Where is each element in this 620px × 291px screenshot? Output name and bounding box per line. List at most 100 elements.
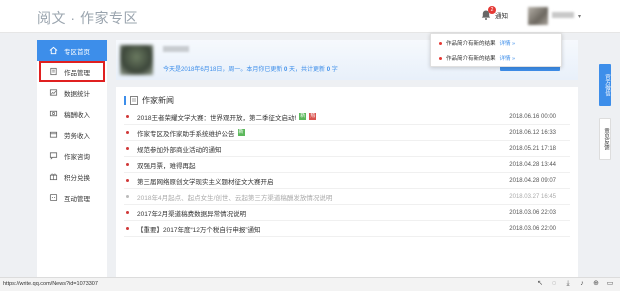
sidebar-item-points[interactable]: 积分兑换 bbox=[37, 166, 107, 187]
new-tag: 新 bbox=[299, 113, 307, 120]
news-row[interactable]: 2018年4月起点、起点女生/创世、云起第三方渠道稿酬发放情况说明 2018.03… bbox=[124, 189, 570, 205]
stats-mid: 天，共计更新 bbox=[289, 67, 326, 73]
popup-item-text[interactable]: 作品简介有新的结果 bbox=[446, 39, 496, 47]
news-row[interactable]: 2018王者荣耀文学大赛：世界观开放，第二季征文启动! 新热 2018.06.16 … bbox=[124, 109, 570, 125]
news-row-date: 2018.03.27 16:45 bbox=[509, 193, 556, 200]
user-name-blurred[interactable] bbox=[552, 12, 574, 18]
sidebar-item-label: 稿酬收入 bbox=[64, 111, 90, 119]
heading-accent-bar bbox=[124, 96, 126, 105]
news-row-date: 2018.04.28 13:44 bbox=[509, 161, 556, 168]
chevron-down-icon[interactable]: ▾ bbox=[578, 13, 581, 20]
book-icon bbox=[49, 67, 58, 76]
news-row-title[interactable]: 2018年4月起点、起点女生/创世、云起第三方渠道稿酬发放情况说明 bbox=[137, 192, 332, 202]
sidebar-item-home[interactable]: 专区首页 bbox=[37, 40, 107, 61]
sidebar-item-interact[interactable]: 互动管理 bbox=[37, 187, 107, 208]
popup-item[interactable]: 作品简介有新的结果 详情 » bbox=[431, 37, 561, 49]
notification-label[interactable]: 通知 bbox=[495, 10, 508, 20]
unread-dot bbox=[439, 56, 442, 60]
sidebar: 专区首页 作品管理 数据统计 稿酬收入 劳务收入 作家咨询 积分兑换 互动管理 bbox=[37, 40, 107, 282]
sidebar-item-royalty[interactable]: 稿酬收入 bbox=[37, 103, 107, 124]
news-row-date: 2018.06.12 16:33 bbox=[509, 129, 556, 136]
stats-prefix: 今天是2018年6月18日，周一。本月你已更新 bbox=[163, 67, 283, 73]
news-row-title[interactable]: 2017年2月渠道稿费数据异常情况说明 bbox=[137, 208, 246, 218]
browser-status-bar: https://write.qq.com/News?id=1073307 ↖ ◌… bbox=[0, 277, 620, 291]
news-row[interactable]: 2017年2月渠道稿费数据异常情况说明 2018.03.06 22:03 bbox=[124, 205, 570, 221]
bullet-dot bbox=[126, 163, 129, 166]
sidebar-item-label: 数据统计 bbox=[64, 90, 90, 98]
news-row-title[interactable]: 【重要】2017年度“12万个税自行申报”通知 bbox=[137, 224, 261, 234]
sidebar-item-label: 劳务收入 bbox=[64, 132, 90, 140]
news-list: 2018王者荣耀文学大赛：世界观开放，第二季征文启动! 新热 2018.06.16 … bbox=[124, 109, 570, 237]
news-row[interactable]: 第三届网络原创文学现实主义题材征文大赛开启 2018.04.28 09:07 bbox=[124, 173, 570, 189]
status-url: https://write.qq.com/News?id=1073307 bbox=[3, 281, 98, 287]
stats-suffix: 字 bbox=[331, 67, 338, 73]
profile-stats: 今天是2018年6月18日，周一。本月你已更新 0 天，共计更新 0 字 bbox=[163, 64, 338, 73]
sidebar-item-label: 作家咨询 bbox=[64, 153, 90, 161]
stats-month-days: 0 bbox=[284, 67, 288, 73]
sidebar-item-consult[interactable]: 作家咨询 bbox=[37, 145, 107, 166]
money-icon bbox=[49, 109, 58, 118]
popup-item-more-link[interactable]: 详情 » bbox=[500, 54, 516, 62]
feedback-float-tab[interactable]: 意见反馈 bbox=[599, 118, 611, 160]
sidebar-item-label: 互动管理 bbox=[64, 195, 90, 203]
news-title: 作家新闻 bbox=[142, 96, 174, 105]
main-content: 今天是2018年6月18日，周一。本月你已更新 0 天，共计更新 0 字 写 作… bbox=[116, 40, 578, 285]
unread-dot bbox=[439, 41, 442, 45]
news-row[interactable]: 【重要】2017年度“12万个税自行申报”通知 2018.03.06 22:00 bbox=[124, 221, 570, 237]
notification-button[interactable]: 2 通知 bbox=[480, 6, 508, 21]
brand-logo[interactable]: 阅文 · 作家专区 bbox=[37, 8, 138, 28]
bullet-dot bbox=[126, 131, 129, 134]
cursor-icon[interactable]: ↖ bbox=[536, 280, 544, 288]
chat-icon bbox=[49, 151, 58, 160]
sidebar-item-works[interactable]: 作品管理 bbox=[39, 61, 105, 82]
bullet-dot bbox=[126, 115, 129, 118]
sidebar-item-label: 积分兑换 bbox=[64, 174, 90, 182]
gift-icon bbox=[49, 172, 58, 181]
bullet-dot bbox=[126, 147, 129, 150]
feedback-tab-label: 意见反馈 bbox=[603, 128, 609, 150]
document-icon bbox=[130, 96, 138, 105]
popup-item[interactable]: 作品简介有新的结果 详情 » bbox=[431, 52, 561, 64]
page-icon[interactable]: ▭ bbox=[606, 280, 614, 288]
profile-name-blurred bbox=[163, 46, 189, 52]
hot-tag: 热 bbox=[309, 113, 317, 120]
news-row[interactable]: 双强月票，难得再起 2018.04.28 13:44 bbox=[124, 157, 570, 173]
news-row-date: 2018.04.28 09:07 bbox=[509, 177, 556, 184]
home-icon bbox=[49, 46, 58, 55]
hide-icon[interactable]: ◌ bbox=[550, 280, 558, 288]
sound-icon[interactable]: ♪ bbox=[578, 280, 586, 288]
news-row-title[interactable]: 作家专区及作家助手系统维护公告 bbox=[137, 128, 235, 138]
sidebar-item-label: 作品管理 bbox=[64, 69, 90, 77]
news-heading: 作家新闻 bbox=[124, 95, 174, 106]
profile-avatar[interactable] bbox=[120, 45, 153, 75]
popup-item-more-link[interactable]: 详情 » bbox=[500, 39, 516, 47]
top-header: 阅文 · 作家专区 2 通知 ▾ bbox=[0, 0, 620, 33]
news-row-date: 2018.03.06 22:00 bbox=[509, 225, 556, 232]
user-avatar[interactable] bbox=[528, 7, 548, 25]
bullet-dot bbox=[126, 227, 129, 230]
news-row-title[interactable]: 2018王者荣耀文学大赛：世界观开放，第二季征文启动! bbox=[137, 112, 296, 122]
bullet-dot bbox=[126, 195, 129, 198]
popup-item-text[interactable]: 作品简介有新的结果 bbox=[446, 54, 496, 62]
news-row[interactable]: 规范参加外部商业活动的通知 2018.05.21 17:18 bbox=[124, 141, 570, 157]
download-icon[interactable]: ⤓ bbox=[564, 280, 572, 288]
news-row-date: 2018.06.16 00:00 bbox=[509, 113, 556, 120]
notification-popup: 作品简介有新的结果 详情 » 作品简介有新的结果 详情 » bbox=[430, 33, 562, 67]
zoom-icon[interactable]: ⊕ bbox=[592, 280, 600, 288]
sidebar-item-stats[interactable]: 数据统计 bbox=[37, 82, 107, 103]
status-icons: ↖ ◌ ⤓ ♪ ⊕ ▭ bbox=[536, 280, 614, 288]
bullet-dot bbox=[126, 211, 129, 214]
news-row-date: 2018.05.21 17:18 bbox=[509, 145, 556, 152]
news-row-title[interactable]: 规范参加外部商业活动的通知 bbox=[137, 144, 222, 154]
news-row[interactable]: 作家专区及作家助手系统维护公告新 2018.06.12 16:33 bbox=[124, 125, 570, 141]
wallet-icon bbox=[49, 130, 58, 139]
interact-icon bbox=[49, 193, 58, 202]
sidebar-item-labor[interactable]: 劳务收入 bbox=[37, 124, 107, 145]
news-row-title[interactable]: 双强月票，难得再起 bbox=[137, 160, 196, 170]
news-panel: 作家新闻 2018王者荣耀文学大赛：世界观开放，第二季征文启动! 新热 2018.0… bbox=[116, 87, 578, 285]
wechat-tab-label: 官方微信 bbox=[604, 74, 610, 96]
news-row-title[interactable]: 第三届网络原创文学现实主义题材征文大赛开启 bbox=[137, 176, 274, 186]
bell-icon[interactable]: 2 bbox=[480, 6, 496, 21]
wechat-float-tab[interactable]: 官方微信 bbox=[599, 64, 611, 106]
chart-icon bbox=[49, 88, 58, 97]
